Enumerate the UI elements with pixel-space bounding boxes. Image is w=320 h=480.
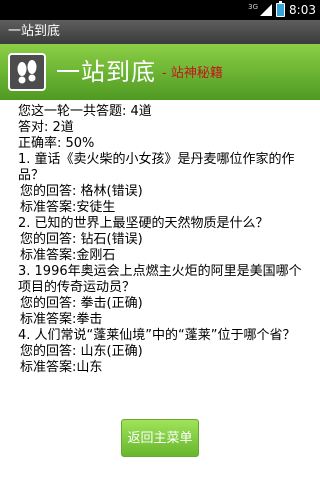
your-answer-text: 您的回答: 山东(正确) [20, 344, 143, 359]
accuracy-text: 正确率: 50% [18, 136, 95, 151]
footprints-logo-icon [8, 53, 46, 91]
header-banner: 一站到底 - 站神秘籍 [0, 44, 320, 100]
banner-title: 一站到底 [56, 58, 156, 86]
banner-subtitle: - 站神秘籍 [162, 66, 223, 81]
question-item: 4. 人们常说“蓬莱仙境”中的“蓬莱”位于哪个省？ 您的回答: 山东(正确) 标… [18, 328, 313, 376]
question-item: 2. 已知的世界上最坚硬的天然物质是什么？ 您的回答: 钻石(错误) 标准答案:… [18, 216, 313, 264]
question-item: 1. 童话《卖火柴的小女孩》是丹麦哪位作家的作品？ 您的回答: 格林(错误) 标… [18, 152, 313, 216]
network-type-label: 3G [248, 3, 259, 11]
your-answer-text: 您的回答: 拳击(正确) [20, 296, 143, 311]
clock: 8:03 [289, 3, 316, 17]
standard-answer-text: 标准答案:山东 [20, 360, 103, 375]
status-bar: 3G 8:03 [0, 0, 320, 20]
standard-answer-text: 标准答案:安徒生 [20, 200, 116, 215]
total-questions-text: 您这一轮一共答题: 4道 [18, 104, 152, 119]
standard-answer-text: 标准答案:拳击 [20, 312, 103, 327]
signal-strength-icon [260, 4, 273, 16]
correct-count-text: 答对: 2道 [18, 120, 74, 135]
your-answer-text: 您的回答: 钻石(错误) [20, 232, 143, 247]
app-title: 一站到底 [8, 24, 61, 39]
back-to-main-menu-button[interactable]: 返回主菜单 [121, 419, 199, 457]
status-icons: 3G 8:03 [248, 1, 316, 18]
question-text: 4. 人们常说“蓬莱仙境”中的“蓬莱”位于哪个省？ [18, 328, 296, 343]
question-text: 3. 1996年奥运会上点燃主火炬的阿里是美国哪个项目的传奇运动员？ [18, 264, 302, 295]
question-text: 1. 童话《卖火柴的小女孩》是丹麦哪位作家的作品？ [18, 152, 295, 183]
app-title-bar: 一站到底 [0, 20, 320, 44]
question-item: 3. 1996年奥运会上点燃主火炬的阿里是美国哪个项目的传奇运动员？ 您的回答:… [18, 264, 313, 328]
question-text: 2. 已知的世界上最坚硬的天然物质是什么？ [18, 216, 269, 231]
results-content: 您这一轮一共答题: 4道 答对: 2道 正确率: 50% 1. 童话《卖火柴的小… [18, 104, 313, 376]
standard-answer-text: 标准答案:金刚石 [20, 248, 116, 263]
battery-icon [276, 1, 286, 17]
your-answer-text: 您的回答: 格林(错误) [20, 184, 143, 199]
